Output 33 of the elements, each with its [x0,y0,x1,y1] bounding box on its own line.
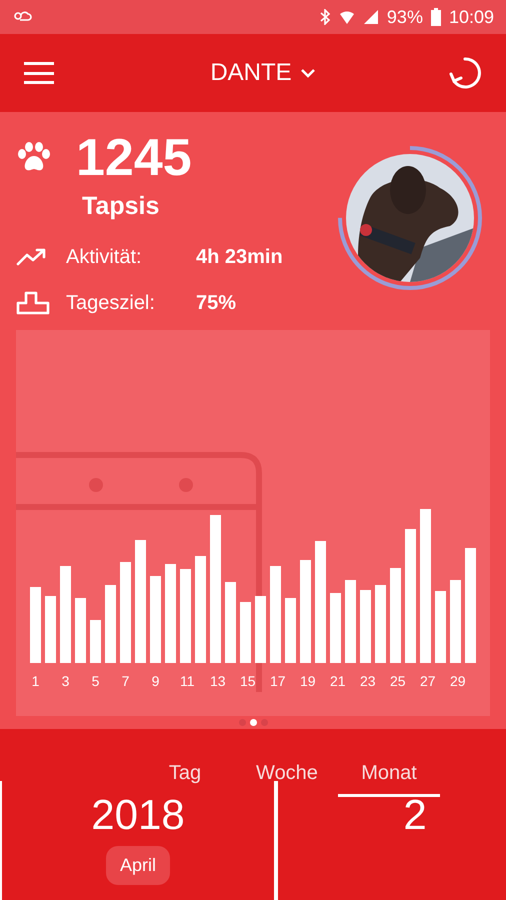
chart-bar [330,593,341,663]
chart-bar [435,591,446,663]
chart-bar [240,602,251,663]
wifi-icon [338,9,355,25]
count-label: Tapsis [82,191,160,222]
clock: 10:09 [448,6,494,28]
chart-bar [75,598,86,663]
stat-label: Aktivität: [66,244,143,270]
stat-label: Tagesziel: [66,290,156,316]
refresh-button[interactable] [448,56,482,90]
battery-icon [430,8,441,26]
chart-bar [90,620,101,663]
day-label: 3 [60,672,70,691]
bluetooth-icon [318,9,331,25]
period-tab[interactable]: Monat [338,751,440,797]
chart-bar [285,598,296,663]
chart-bar [255,596,266,663]
day-label: 1 [30,672,40,691]
chart-bar [45,596,56,663]
podium-icon [16,290,50,314]
month-chip[interactable]: April [106,846,170,884]
day-label: 5 [90,672,100,691]
day-label: 9 [150,672,160,691]
period-tab[interactable]: Woche [236,751,338,797]
signal-icon [362,9,379,25]
dog-selector[interactable]: DANTE [210,55,316,91]
stat-value: 75% [196,290,236,316]
stat-value: 4h 23min [196,244,283,270]
chevron-down-icon [300,68,316,78]
step-count: 1245 [76,132,192,184]
menu-button[interactable] [24,59,54,87]
battery-percent: 93% [386,6,423,28]
day-label: 7 [120,672,130,691]
